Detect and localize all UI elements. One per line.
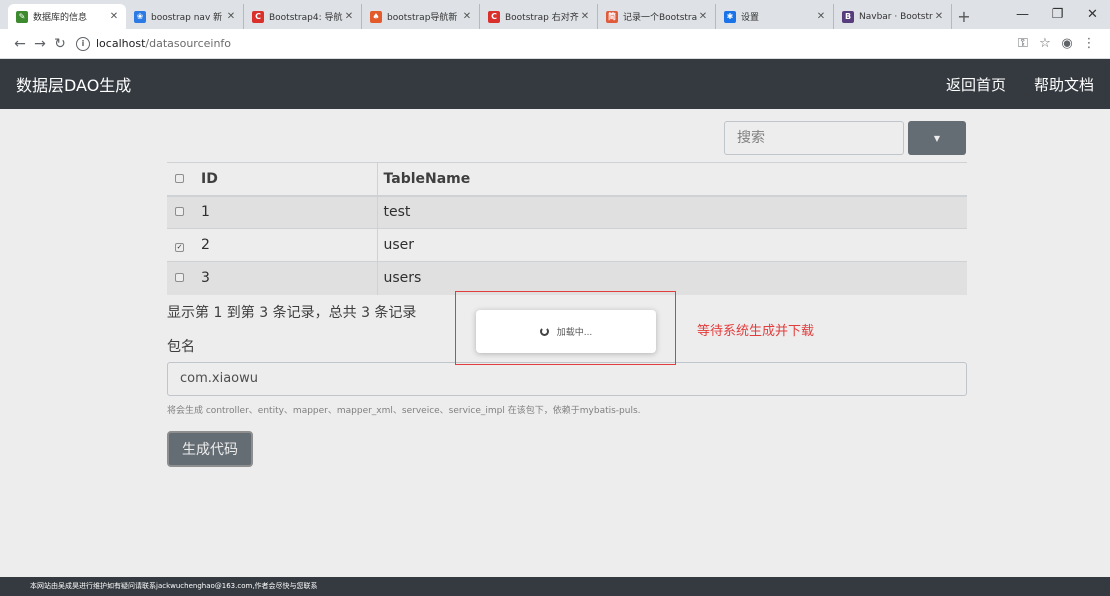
maximize-icon[interactable]: ❐ [1040,0,1075,29]
browser-tab[interactable]: B Navbar · Bootstra ✕ [834,4,952,29]
footer: 本网站由吴成昊进行维护如有疑问请联系jackwuchenghao@163.com… [0,577,1110,596]
close-icon[interactable]: ✕ [461,11,473,22]
menu-dots-icon[interactable]: ⋮ [1078,36,1100,51]
minimize-icon[interactable]: — [1005,0,1040,29]
back-arrow-icon[interactable]: ← [10,36,30,52]
paw-icon: ❀ [134,10,146,23]
account-icon[interactable]: ◉ [1056,36,1078,51]
jianshu-icon: 简 [606,10,618,23]
bootstrap-icon: B [842,10,854,23]
tab-title: 记录一个Bootstra [623,13,697,23]
reload-icon[interactable]: ↻ [50,36,70,52]
close-icon[interactable]: ✕ [343,11,355,22]
tab-title: Bootstrap4: 导航 [269,13,343,23]
info-icon[interactable]: i [76,36,90,51]
close-icon[interactable]: ✕ [815,11,827,22]
close-icon[interactable]: ✕ [108,11,120,22]
tab-title: 设置 [741,13,760,23]
star-icon[interactable]: ☆ [1034,36,1056,51]
url-field[interactable]: i localhost/datasourceinfo [70,33,1012,55]
close-icon[interactable]: ✕ [579,11,591,22]
annotation-highlight-box [455,291,676,365]
browser-tab[interactable]: C Bootstrap 右对齐 ✕ [480,4,598,29]
nav-link-home[interactable]: 返回首页 [946,74,1006,95]
tab-title: boostrap nav 新 [151,13,223,23]
new-tab-button[interactable]: + [952,4,976,29]
close-icon[interactable]: ✕ [933,11,945,22]
doc-icon: ✎ [16,10,28,23]
flame-icon: ♠ [370,10,382,23]
key-icon[interactable]: ⚿ [1012,36,1034,51]
browser-tab-strip: ✎ 数据库的信息 ✕ ❀ boostrap nav 新 ✕ C Bootstra… [0,0,1110,29]
tab-title: bootstrap导航新 [387,13,458,23]
window-controls: — ❐ ✕ [1005,0,1110,29]
browser-tab[interactable]: C Bootstrap4: 导航 ✕ [244,4,362,29]
tab-title: 数据库的信息 [33,13,88,23]
close-window-icon[interactable]: ✕ [1075,0,1110,29]
close-icon[interactable]: ✕ [697,11,709,22]
tab-title: Bootstrap 右对齐 [505,13,579,23]
url-path: /datasourceinfo [145,37,232,50]
tab-title: Navbar · Bootstra [859,11,933,22]
csdn-icon: C [488,10,500,23]
browser-tab[interactable]: ✎ 数据库的信息 ✕ [8,4,126,29]
gear-icon: ✱ [724,10,736,23]
nav-link-help[interactable]: 帮助文档 [1034,74,1094,95]
browser-tab[interactable]: ❀ boostrap nav 新 ✕ [126,4,244,29]
brand-title[interactable]: 数据层DAO生成 [16,72,918,96]
browser-tab[interactable]: ♠ bootstrap导航新 ✕ [362,4,480,29]
address-bar: ← → ↻ i localhost/datasourceinfo ⚿ ☆ ◉ ⋮ [0,29,1110,59]
browser-tab[interactable]: 简 记录一个Bootstra ✕ [598,4,716,29]
annotation-text: 等待系统生成并下载 [697,324,815,339]
close-icon[interactable]: ✕ [225,11,237,22]
app-navbar: 数据层DAO生成 返回首页 帮助文档 [0,59,1110,109]
url-host: localhost [96,37,146,50]
csdn-icon: C [252,10,264,23]
forward-arrow-icon[interactable]: → [30,36,50,52]
browser-tab[interactable]: ✱ 设置 ✕ [716,4,834,29]
